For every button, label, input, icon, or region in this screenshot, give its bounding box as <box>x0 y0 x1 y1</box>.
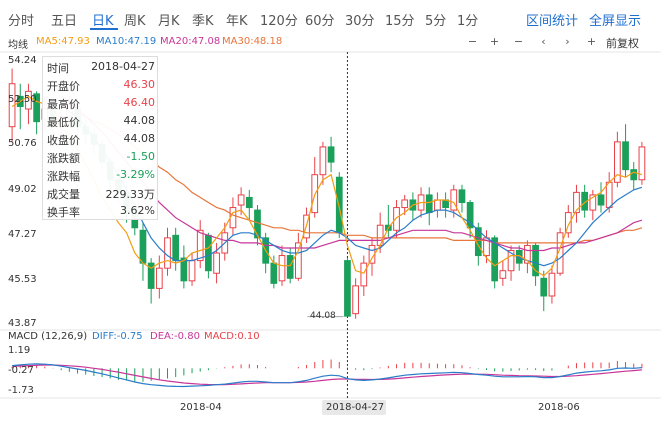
candle-down <box>540 277 548 297</box>
candle-up <box>237 194 245 206</box>
tooltip-key: 最低价 <box>47 116 80 129</box>
tooltip-value: 3.62% <box>120 204 155 217</box>
candle-up <box>548 272 556 297</box>
tooltip-value: -3.29% <box>116 168 155 181</box>
candle-down <box>597 194 605 206</box>
tooltip-key: 开盘价 <box>47 80 80 93</box>
candle-down <box>139 229 147 264</box>
price-tick-label: 43.87 <box>8 318 37 329</box>
candle-up <box>638 146 646 181</box>
candle-up <box>229 207 237 229</box>
candle-up <box>278 255 286 282</box>
tooltip-key: 换手率 <box>47 206 80 219</box>
x-tick-label: 2018-04 <box>180 402 222 413</box>
tooltip-row: 最低价 44.08 <box>47 113 155 129</box>
diff-value: DIFF:-0.75 <box>92 331 143 342</box>
tooltip-value: 44.08 <box>123 114 156 127</box>
price-tick-label: 50.76 <box>8 138 37 149</box>
candle-up <box>213 252 220 274</box>
macd-tick-label: 1.19 <box>8 345 31 356</box>
price-tick-label: 49.02 <box>8 184 37 195</box>
ohlc-tooltip: 时间 2018-04-27 开盘价 46.30 最高价 46.40 最低价 44.08 … <box>42 56 158 220</box>
candle-down <box>630 169 638 181</box>
macd-value: MACD:0.10 <box>204 331 260 342</box>
tooltip-row: 开盘价 46.30 <box>47 77 155 93</box>
tooltip-value: 46.30 <box>123 78 156 91</box>
macd-tick-label: -1.73 <box>8 385 34 396</box>
tooltip-key: 涨跌额 <box>47 152 80 165</box>
candle-up <box>188 260 196 282</box>
tooltip-key: 涨跌幅 <box>47 170 80 183</box>
candle-up <box>155 267 163 289</box>
diff-line <box>12 363 642 388</box>
candle-up <box>434 199 441 211</box>
tooltip-row: 涨跌额 -1.50 <box>47 149 155 165</box>
macd-legend-title: MACD (12,26,9) <box>8 331 88 342</box>
candle-down <box>245 196 253 209</box>
tooltip-row: 收盘价 44.08 <box>47 131 155 147</box>
low-price-marker: 44.08 <box>310 311 336 321</box>
macd-legend: MACD (12,26,9) DIFF:-0.75 DEA:-0.80 MACD… <box>0 330 661 344</box>
tooltip-key: 收盘价 <box>47 134 80 147</box>
tooltip-row: 涨跌幅 -3.29% <box>47 167 155 183</box>
candle-down <box>205 234 212 272</box>
tooltip-value: 46.40 <box>123 96 156 109</box>
candle-up <box>360 262 368 287</box>
tooltip-row: 时间 2018-04-27 <box>47 59 155 75</box>
tooltip-row: 换手率 3.62% <box>47 203 155 219</box>
candle-up <box>393 207 400 231</box>
candle-up <box>401 199 409 209</box>
candle-up <box>605 181 613 209</box>
x-tick-label: 2018-06 <box>538 402 580 413</box>
candle-down <box>254 209 261 239</box>
candle-up <box>319 146 327 176</box>
candle-down <box>327 146 335 163</box>
tooltip-key: 成交量 <box>47 188 80 201</box>
candle-down <box>622 141 629 171</box>
x-tick-label: 2018-04-27 <box>326 402 385 413</box>
price-tick-label: 45.53 <box>8 274 37 285</box>
price-tick-label: 47.27 <box>8 229 37 240</box>
tooltip-row: 最高价 46.40 <box>47 95 155 111</box>
tooltip-row: 成交量 229.33万 <box>47 185 155 201</box>
ma30-line <box>77 113 643 244</box>
tooltip-key: 时间 <box>47 62 69 75</box>
candle-down <box>425 194 433 214</box>
price-tick-label: 54.24 <box>8 55 37 66</box>
candle-down <box>344 260 351 317</box>
macd-tick-label: -0.27 <box>8 365 34 376</box>
dea-value: DEA:-0.80 <box>150 331 200 342</box>
candle-down <box>458 189 466 203</box>
price-tick-label: 52.50 <box>8 94 37 105</box>
candle-up <box>196 229 204 262</box>
tooltip-value: 44.08 <box>123 132 156 145</box>
candle-down <box>286 255 294 279</box>
tooltip-value: 229.33万 <box>105 188 156 201</box>
tooltip-value: 2018-04-27 <box>91 60 155 73</box>
candle-up <box>352 285 359 315</box>
candle-down <box>270 262 278 284</box>
candle-up <box>499 270 507 279</box>
tooltip-value: -1.50 <box>126 150 155 163</box>
tooltip-key: 最高价 <box>47 98 80 111</box>
candle-down <box>172 234 180 262</box>
